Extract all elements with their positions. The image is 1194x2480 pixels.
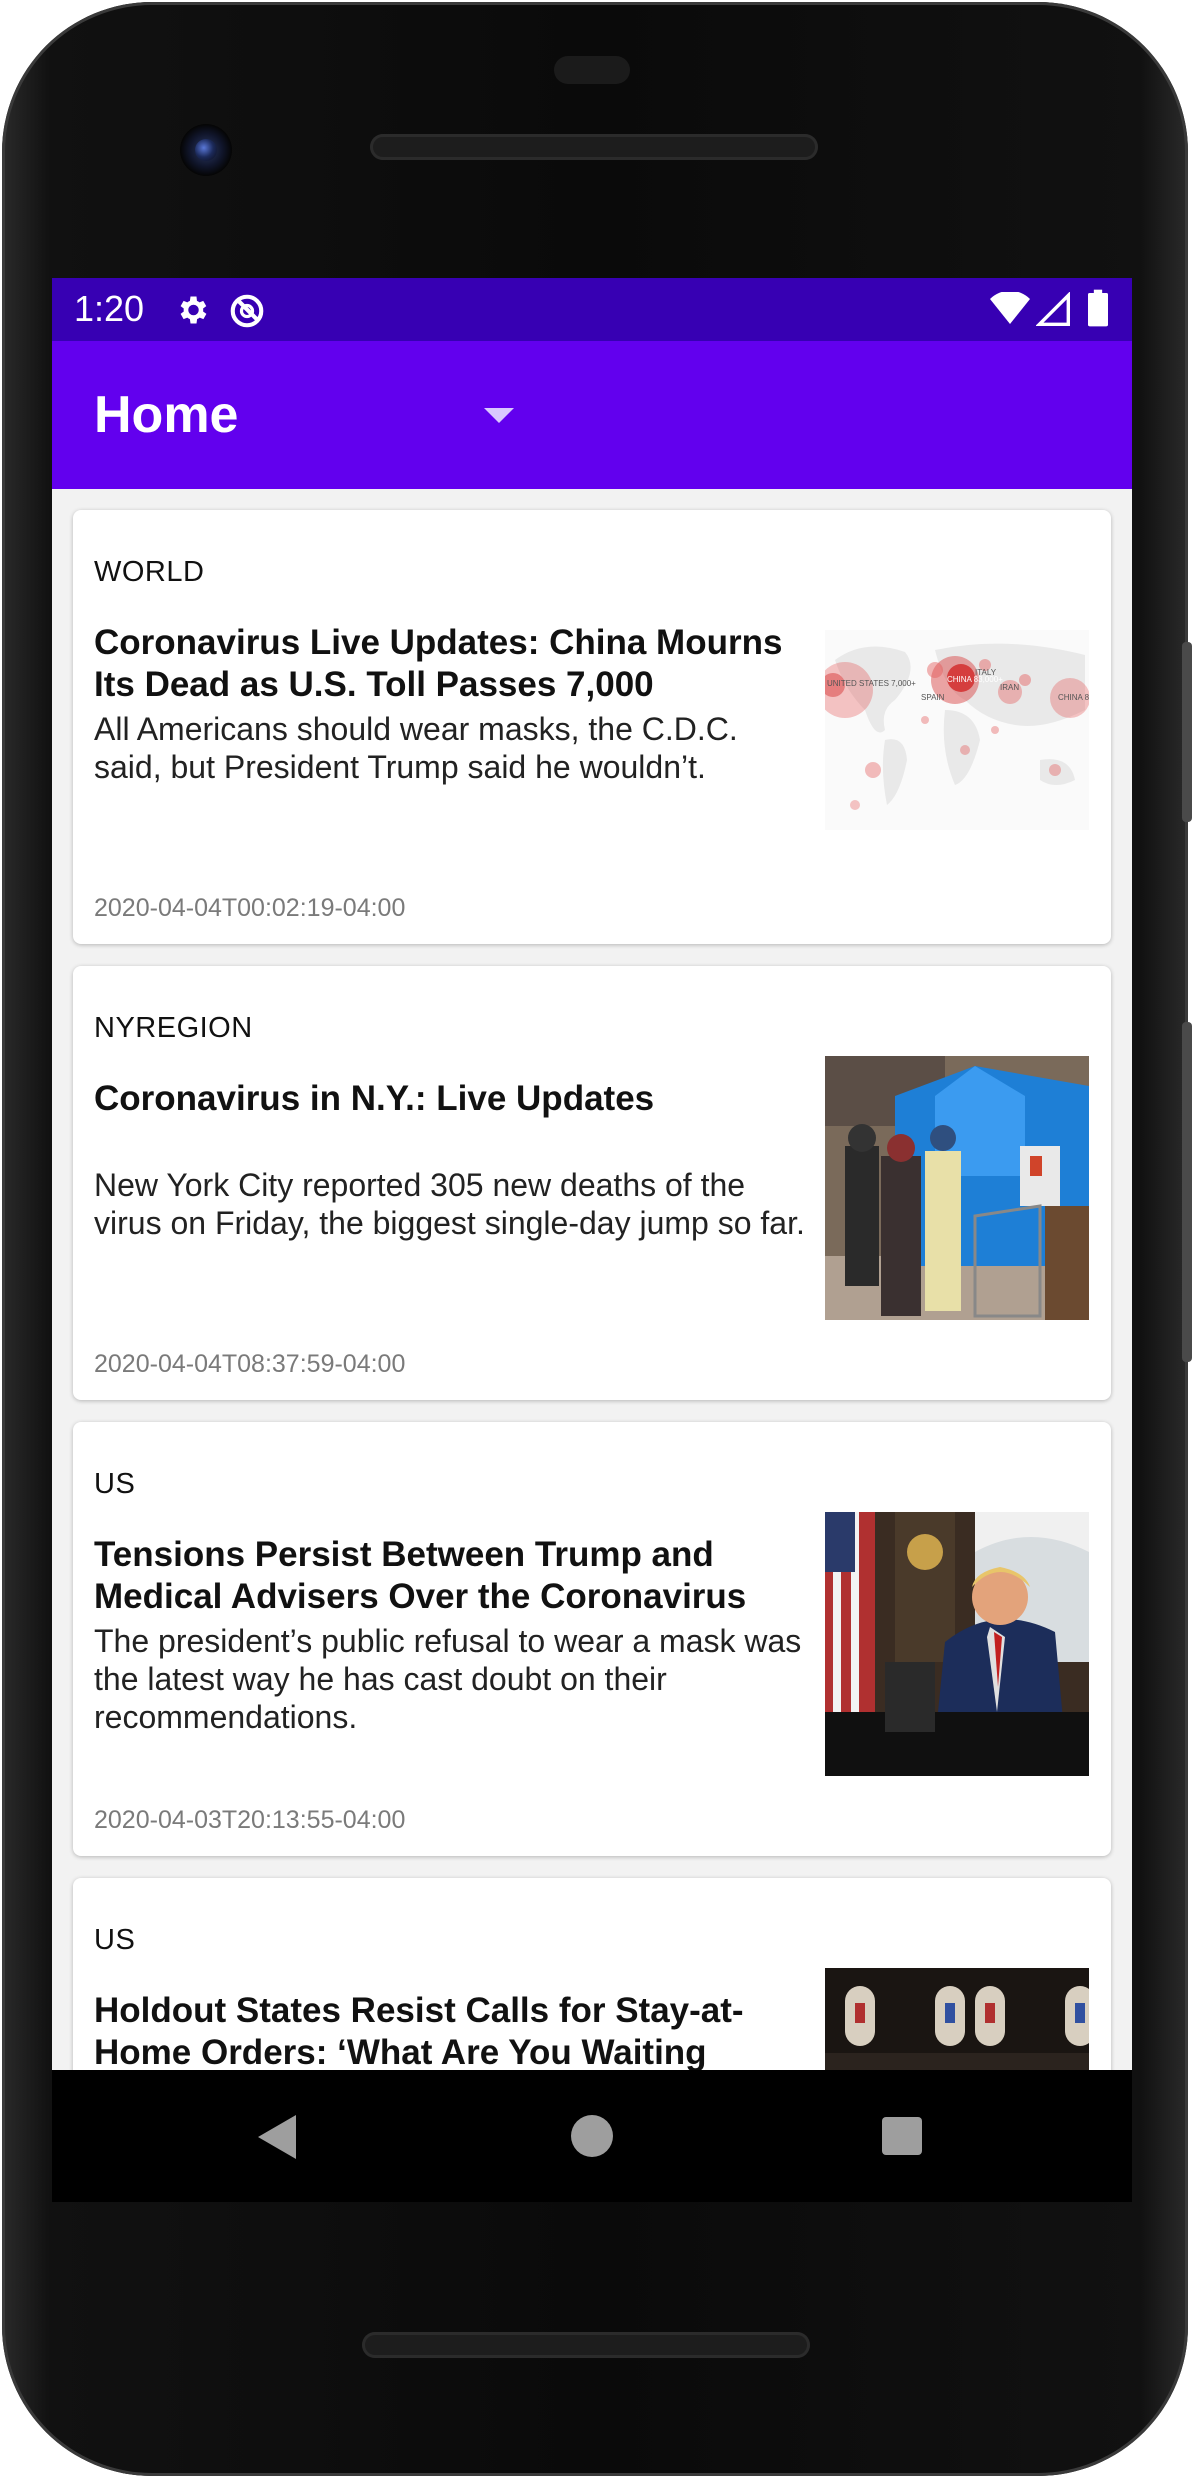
navigation-bar (52, 2070, 1132, 2202)
proximity-sensor (554, 56, 630, 84)
article-abstract: The president’s public refusal to wear a… (94, 1623, 802, 1735)
article-card[interactable]: US Tensions Persist Between Trump and Me… (73, 1422, 1111, 1856)
wifi-icon (990, 292, 1030, 324)
home-icon[interactable] (571, 2115, 613, 2157)
trump-portrait-photo (825, 1512, 1089, 1776)
article-card[interactable]: US Holdout States Resist Calls for Stay-… (73, 1878, 1111, 2070)
article-abstract: All Americans should wear masks, the C.D… (94, 711, 738, 785)
testing-tent-photo (825, 1056, 1089, 1320)
chevron-down-icon[interactable] (484, 408, 514, 423)
earpiece-speaker (370, 134, 818, 160)
article-date: 2020-04-03T20:13:55-04:00 (94, 1806, 406, 1834)
article-title: Holdout States Resist Calls for Stay-at-… (94, 1991, 744, 2070)
gear-icon (180, 296, 207, 324)
map-label: IRAN (1000, 683, 1019, 692)
article-section: NYREGION (94, 1012, 253, 1044)
map-label: UNITED STATES 7,000+ (827, 679, 916, 688)
world-map-graphic: UNITED STATES 7,000+ CHINA 83,000+ ITALY… (825, 643, 1089, 810)
article-date: 2020-04-04T08:37:59-04:00 (94, 1350, 406, 1378)
article-abstract: New York City reported 305 new deaths of… (94, 1167, 805, 1241)
map-label: SPAIN (921, 693, 945, 702)
article-title: Coronavirus Live Updates: China Mourns I… (94, 623, 783, 704)
bottom-speaker (362, 2332, 810, 2358)
article-section: US (94, 1468, 136, 1500)
app-screen: 1:20 Home WORLD Coronavirus Live Updates… (52, 278, 1132, 2070)
article-section: US (94, 1924, 136, 1956)
article-date: 2020-04-04T00:02:19-04:00 (94, 894, 406, 922)
volume-button (1182, 1022, 1192, 1362)
empty-chamber-photo (825, 1968, 1089, 2070)
article-title: Coronavirus in N.Y.: Live Updates (94, 1079, 655, 1118)
power-button (1182, 642, 1192, 822)
front-camera (180, 124, 232, 176)
status-time: 1:20 (74, 288, 145, 329)
cell-signal-icon (1036, 292, 1070, 326)
page-title: Home (94, 386, 239, 444)
map-label: ITALY (975, 668, 997, 677)
article-section: WORLD (94, 556, 205, 588)
data-saver-icon (230, 294, 264, 328)
back-icon[interactable] (258, 2115, 296, 2159)
recents-icon[interactable] (882, 2117, 922, 2155)
map-label: CHINA 83,000+ (1058, 693, 1089, 702)
battery-icon (1088, 289, 1108, 327)
article-card[interactable]: NYREGION Coronavirus in N.Y.: Live Updat… (73, 966, 1111, 1400)
app-bar: Home (52, 341, 1132, 489)
article-card[interactable]: WORLD Coronavirus Live Updates: China Mo… (73, 510, 1111, 944)
status-bar: 1:20 (52, 278, 1132, 341)
article-title: Tensions Persist Between Trump and Medic… (94, 1535, 747, 1616)
world-map-outbreak-image: UNITED STATES 7,000+ CHINA 83,000+ ITALY… (825, 630, 1089, 830)
